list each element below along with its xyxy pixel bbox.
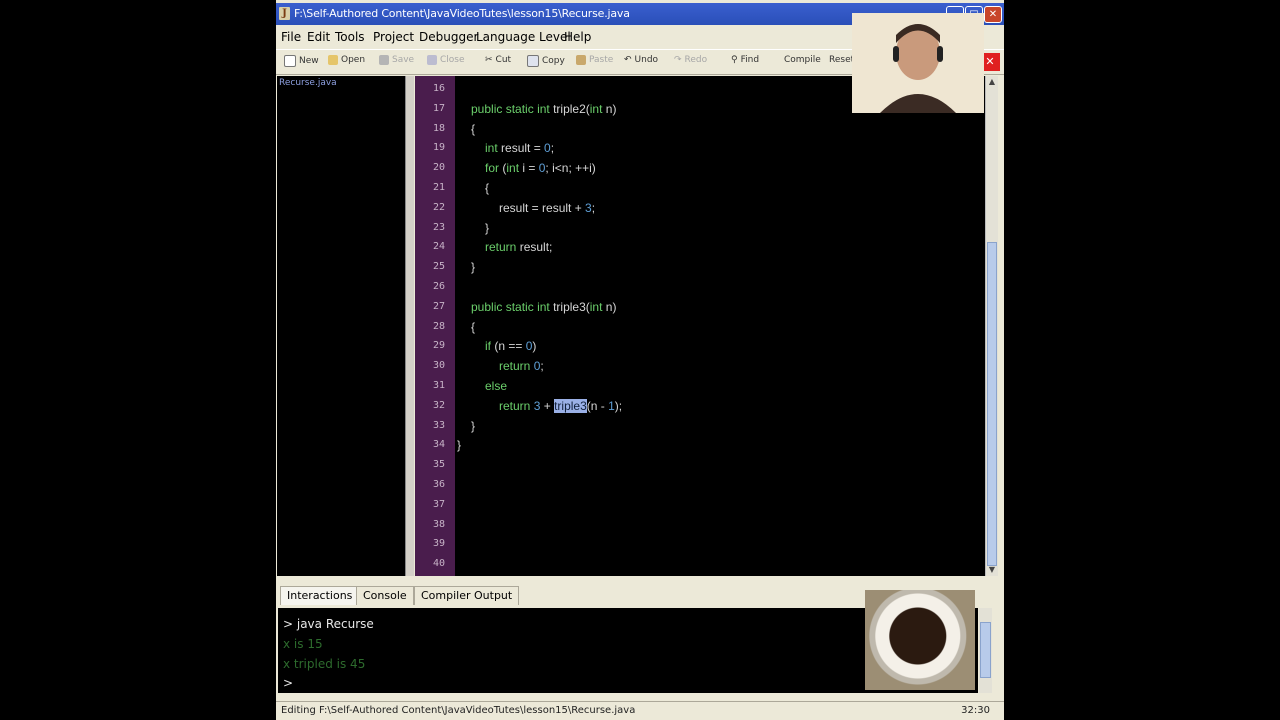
find-button[interactable]: ⚲ Find bbox=[731, 55, 759, 65]
code-line: result = result + 3; bbox=[499, 200, 596, 215]
line-number: 28 bbox=[432, 320, 445, 332]
close-file-icon bbox=[427, 55, 437, 65]
compile-button[interactable]: Compile bbox=[784, 55, 821, 65]
coffee-cup-logo bbox=[865, 590, 975, 690]
panel-divider[interactable] bbox=[406, 76, 414, 576]
line-number: 30 bbox=[432, 360, 445, 372]
code-editor[interactable]: 16 17 public static int triple2(int n) 18 {1… bbox=[415, 76, 985, 576]
tab-compiler-output[interactable]: Compiler Output bbox=[414, 586, 520, 605]
line-number: 35 bbox=[432, 459, 445, 471]
line-number: 22 bbox=[432, 201, 445, 213]
line-number: 40 bbox=[432, 558, 445, 570]
console-scrollbar[interactable] bbox=[979, 608, 992, 693]
console-line: x is 15 bbox=[283, 637, 323, 651]
folder-icon bbox=[328, 55, 338, 65]
disk-icon bbox=[379, 55, 389, 65]
line-number: 38 bbox=[432, 518, 445, 530]
scroll-down-arrow-icon[interactable]: ▼ bbox=[986, 564, 998, 576]
code-line: public static int triple2(int n) bbox=[471, 101, 617, 116]
tab-console[interactable]: Console bbox=[356, 586, 414, 605]
open-button[interactable]: Open bbox=[328, 55, 365, 65]
code-line: return 0; bbox=[499, 359, 544, 374]
redo-button[interactable]: ↷ Redo bbox=[674, 55, 707, 65]
code-line: } bbox=[471, 260, 476, 275]
code-line: } bbox=[485, 220, 490, 235]
menu-language-level[interactable]: Language Level bbox=[476, 30, 571, 44]
line-number: 31 bbox=[432, 380, 445, 391]
copy-icon bbox=[527, 55, 539, 67]
scissors-icon: ✂ bbox=[485, 55, 493, 65]
menu-edit[interactable]: Edit bbox=[307, 30, 330, 44]
code-line: { bbox=[471, 319, 476, 334]
menu-tools[interactable]: Tools bbox=[335, 30, 365, 44]
new-file-icon bbox=[284, 55, 296, 67]
line-number: 33 bbox=[432, 419, 445, 431]
console-prompt: > bbox=[283, 676, 294, 690]
webcam-overlay bbox=[852, 13, 984, 113]
close-file-button[interactable]: Close bbox=[427, 55, 465, 65]
line-number: 29 bbox=[432, 340, 445, 352]
line-number: 16 bbox=[432, 83, 445, 94]
editor-scrollbar[interactable]: ▲ ▼ bbox=[985, 76, 998, 576]
line-number: 39 bbox=[432, 538, 445, 550]
copy-button[interactable]: Copy bbox=[527, 55, 565, 67]
scroll-thumb[interactable] bbox=[980, 622, 991, 678]
code-line: } bbox=[457, 438, 462, 453]
code-line: return 3 + triple3(n - 1); bbox=[499, 398, 623, 413]
line-number: 27 bbox=[432, 300, 445, 312]
menu-help[interactable]: Help bbox=[564, 30, 591, 44]
code-line: else bbox=[485, 379, 508, 393]
menu-file[interactable]: File bbox=[281, 30, 301, 44]
paste-button[interactable]: Paste bbox=[576, 55, 613, 65]
save-button[interactable]: Save bbox=[379, 55, 414, 65]
status-text: Editing F:\Self-Authored Content\JavaVid… bbox=[281, 705, 636, 716]
clipboard-icon bbox=[576, 55, 586, 65]
close-button[interactable]: ✕ bbox=[984, 6, 1002, 23]
cut-button[interactable]: ✂ Cut bbox=[485, 55, 511, 65]
line-number: 21 bbox=[432, 182, 445, 193]
menu-debugger[interactable]: Debugger bbox=[419, 30, 478, 44]
line-number: 18 bbox=[432, 122, 445, 134]
java-app-icon: J bbox=[279, 7, 290, 20]
code-line: { bbox=[485, 181, 490, 195]
undo-button[interactable]: ↶ Undo bbox=[624, 55, 658, 65]
code-line: int result = 0; bbox=[485, 141, 555, 156]
presenter-photo bbox=[852, 13, 984, 113]
line-number: 19 bbox=[432, 142, 445, 154]
cursor-position: 32:30 bbox=[961, 705, 990, 716]
code-line: return result; bbox=[485, 240, 553, 255]
file-item[interactable]: Recurse.java bbox=[279, 78, 337, 88]
line-number: 25 bbox=[432, 261, 445, 273]
code-line: } bbox=[471, 418, 476, 433]
tab-interactions[interactable]: Interactions bbox=[280, 586, 360, 605]
code-line: public static int triple3(int n) bbox=[471, 299, 617, 314]
menu-project[interactable]: Project bbox=[373, 30, 414, 44]
reset-button[interactable]: Reset bbox=[829, 55, 854, 65]
undo-icon: ↶ bbox=[624, 55, 632, 65]
window-title: F:\Self-Authored Content\JavaVideoTutes\… bbox=[294, 7, 630, 20]
line-number: 20 bbox=[432, 162, 445, 174]
line-number: 34 bbox=[432, 439, 445, 451]
code-line: for (int i = 0; i<n; ++i) bbox=[485, 161, 596, 176]
line-number: 36 bbox=[432, 479, 445, 490]
line-number: 23 bbox=[432, 221, 445, 233]
status-bar: Editing F:\Self-Authored Content\JavaVid… bbox=[276, 701, 1004, 720]
new-button[interactable]: New bbox=[284, 55, 319, 67]
line-number: 37 bbox=[432, 498, 445, 510]
redo-icon: ↷ bbox=[674, 55, 682, 65]
scroll-up-arrow-icon[interactable]: ▲ bbox=[986, 76, 998, 88]
file-list-panel: Recurse.java bbox=[277, 76, 406, 576]
line-number: 32 bbox=[432, 399, 445, 411]
line-number: 26 bbox=[432, 281, 445, 292]
line-number: 24 bbox=[432, 241, 445, 253]
console-line: > java Recurse bbox=[283, 617, 374, 631]
binoculars-icon: ⚲ bbox=[731, 55, 738, 65]
selected-text: triple3 bbox=[554, 398, 587, 413]
console-line: x tripled is 45 bbox=[283, 657, 366, 671]
code-line: if (n == 0) bbox=[485, 339, 537, 354]
scroll-thumb[interactable] bbox=[987, 242, 997, 566]
line-number: 17 bbox=[432, 102, 445, 114]
code-line: { bbox=[471, 121, 476, 136]
